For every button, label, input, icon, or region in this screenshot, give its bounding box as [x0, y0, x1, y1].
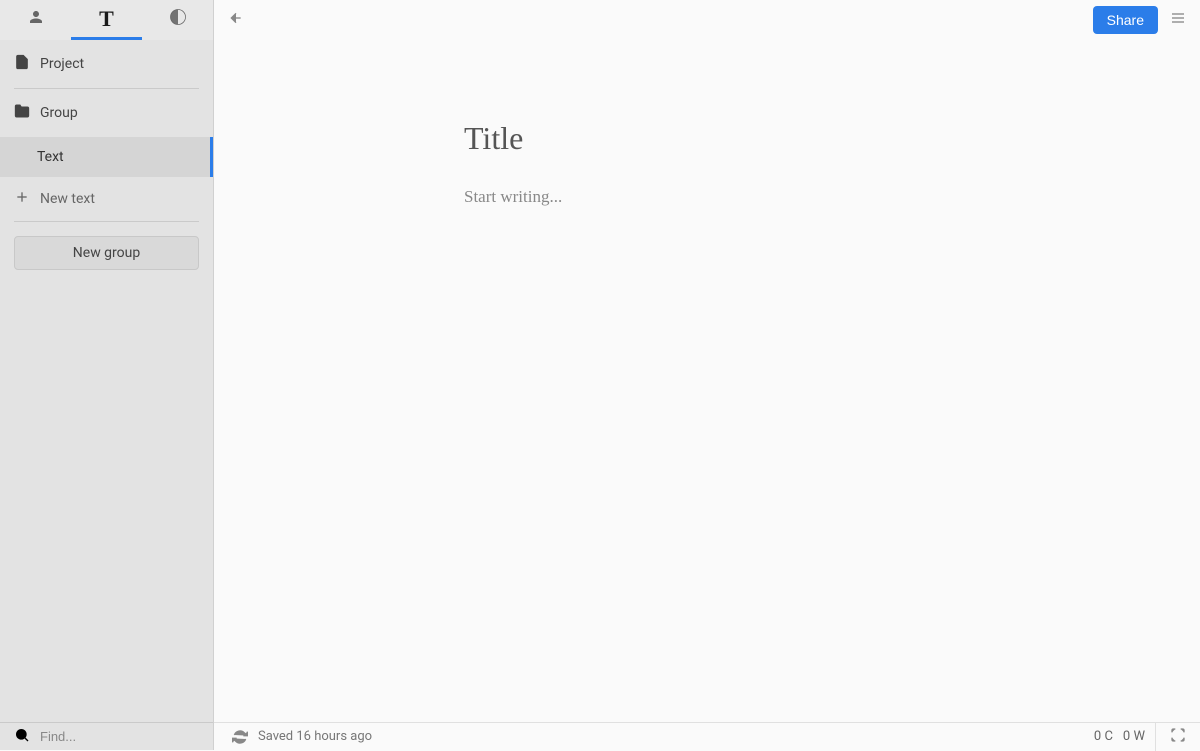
plus-icon	[14, 189, 30, 209]
new-group-button[interactable]: New group	[14, 236, 199, 270]
group-label: Group	[40, 105, 78, 121]
text-label: Text	[37, 149, 64, 165]
sidebar-new-text[interactable]: New text	[0, 177, 213, 221]
fullscreen-icon	[1170, 727, 1186, 747]
search-icon	[14, 727, 30, 747]
typewriter-icon: T	[99, 6, 114, 32]
divider	[14, 221, 199, 222]
sync-icon	[232, 729, 248, 745]
sidebar-text-item[interactable]: Text	[0, 137, 213, 177]
word-count: 0 W	[1123, 729, 1145, 744]
back-button[interactable]	[228, 10, 244, 30]
status-left: Saved 16 hours ago	[232, 729, 372, 745]
statusbar: Saved 16 hours ago 0 C 0 W	[214, 722, 1200, 750]
sidebar-group-item[interactable]: Group	[0, 89, 213, 137]
sidebar-project-item[interactable]: Project	[0, 40, 213, 88]
tab-account[interactable]	[0, 0, 71, 40]
search-input[interactable]	[40, 729, 199, 744]
main-panel: Share Saved 16 hours ago 0 C 0 W	[214, 0, 1200, 750]
status-right: 0 C 0 W	[1094, 723, 1186, 751]
folder-icon	[14, 103, 30, 123]
document-icon	[14, 54, 30, 74]
editor	[214, 40, 1200, 722]
user-icon	[27, 8, 45, 30]
share-button[interactable]: Share	[1093, 6, 1158, 34]
tab-theme[interactable]	[142, 0, 213, 40]
topbar: Share	[214, 0, 1200, 40]
half-circle-icon	[169, 8, 187, 30]
tab-documents[interactable]: T	[71, 0, 142, 40]
sidebar: T Project Group	[0, 0, 214, 750]
project-label: Project	[40, 56, 84, 72]
saved-status: Saved 16 hours ago	[258, 729, 372, 744]
sidebar-search	[0, 722, 213, 750]
title-input[interactable]	[464, 120, 1140, 157]
new-group-label: New group	[73, 245, 140, 261]
menu-button[interactable]	[1170, 10, 1186, 30]
sidebar-body: Project Group Text New text New gr	[0, 40, 213, 722]
hamburger-icon	[1170, 10, 1186, 30]
app-root: T Project Group	[0, 0, 1200, 750]
fullscreen-button[interactable]	[1155, 723, 1186, 751]
new-text-label: New text	[40, 191, 95, 207]
body-input[interactable]	[464, 187, 1140, 207]
arrow-left-icon	[228, 10, 244, 30]
char-count: 0 C	[1094, 729, 1113, 744]
sidebar-tabs: T	[0, 0, 213, 40]
